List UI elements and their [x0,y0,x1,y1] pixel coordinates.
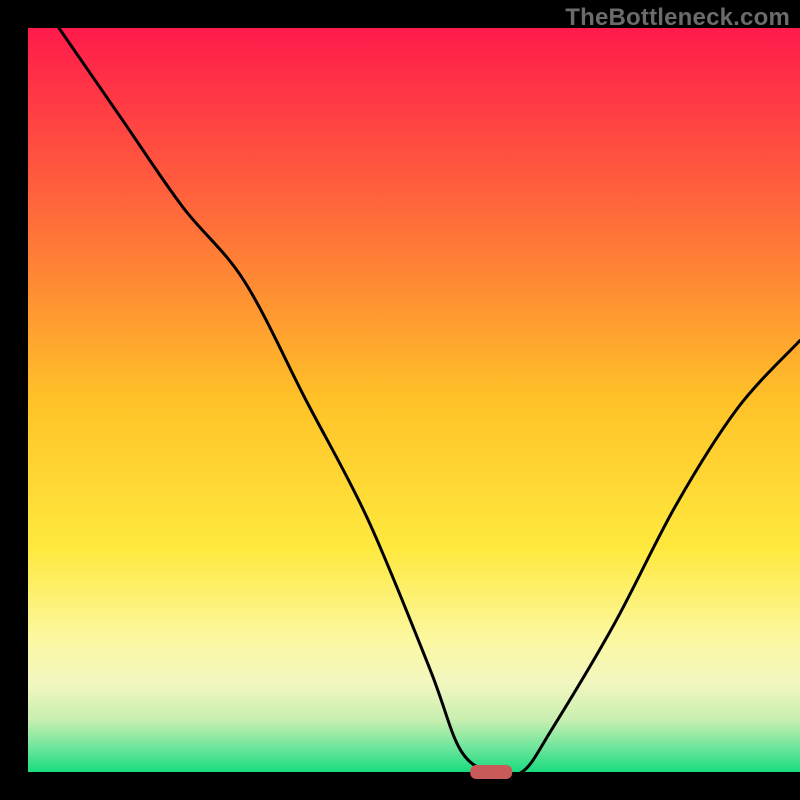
chart-svg [0,0,800,800]
chart-frame: TheBottleneck.com [0,0,800,800]
plot-background [28,28,800,772]
optimal-marker [470,765,512,779]
